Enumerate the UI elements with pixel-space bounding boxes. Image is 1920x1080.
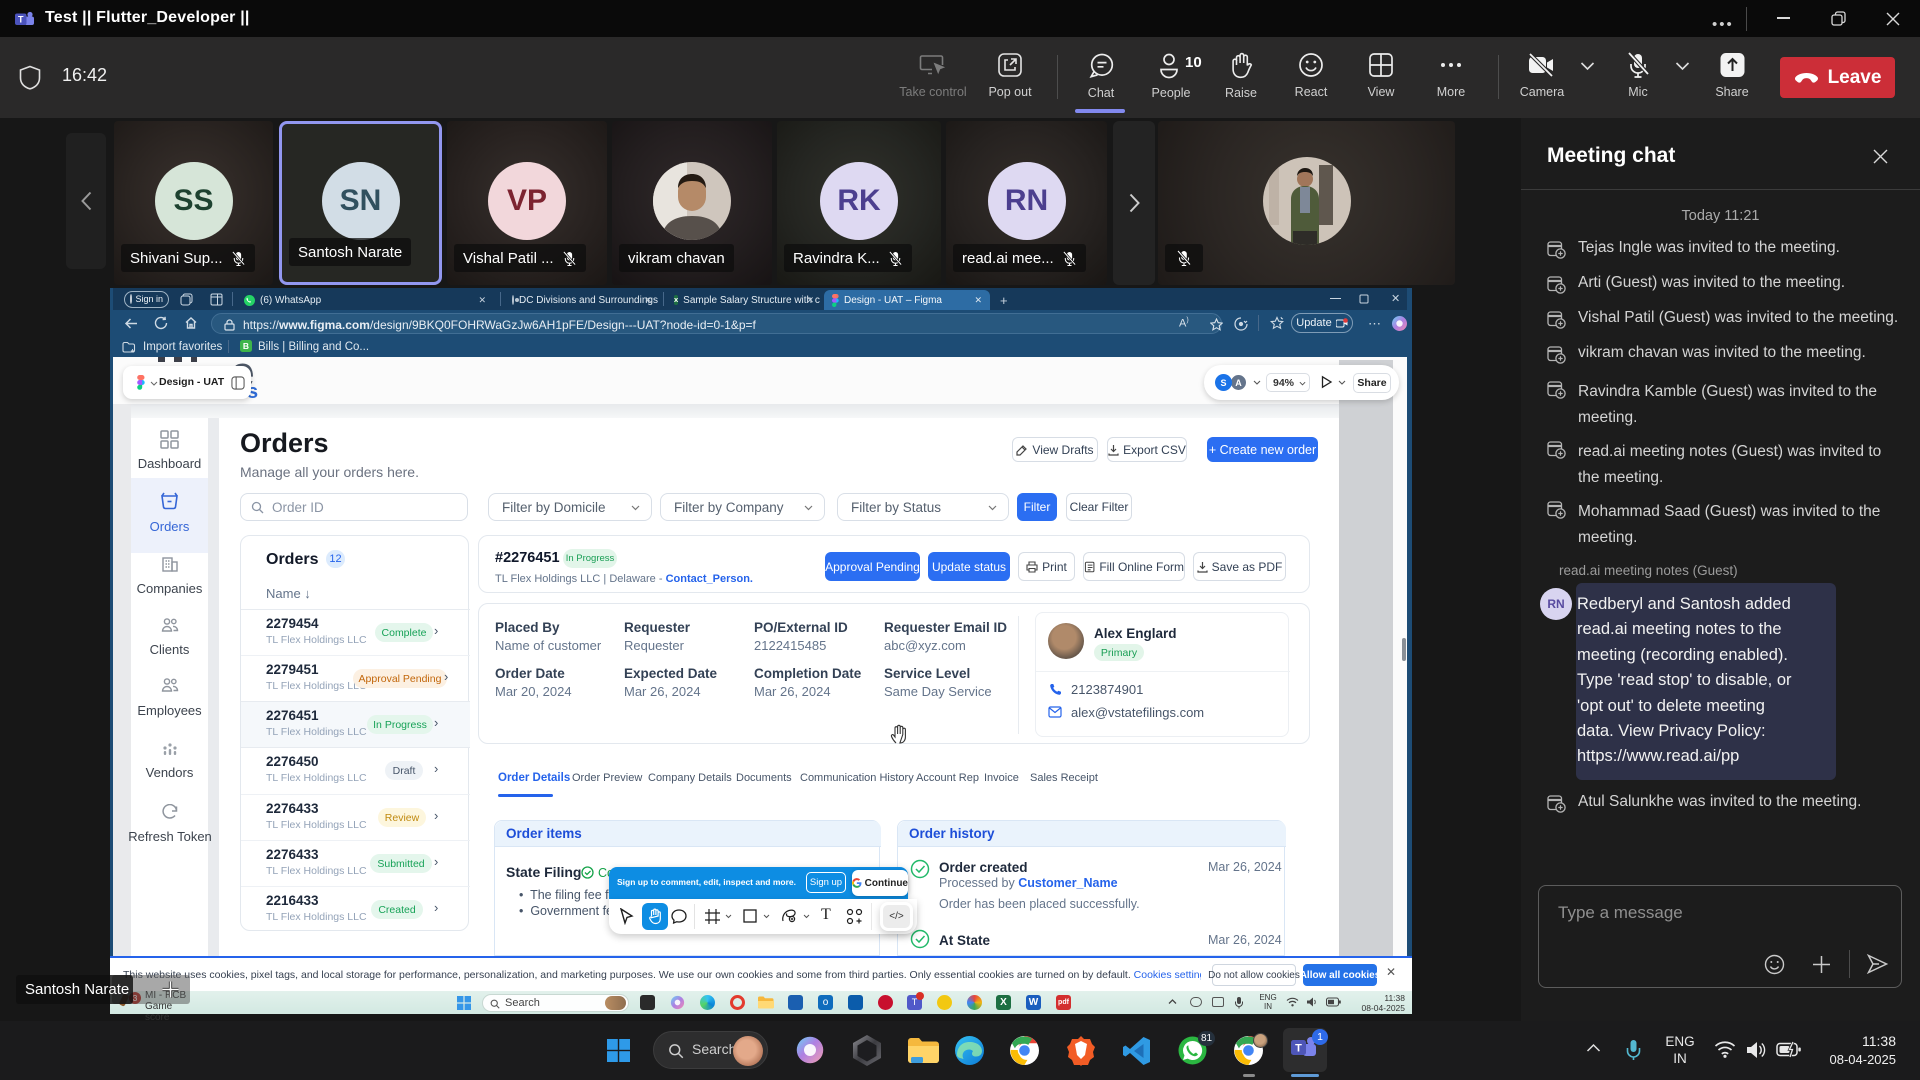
svg-text:T: T — [18, 15, 24, 25]
svg-text:T: T — [1295, 1043, 1302, 1055]
